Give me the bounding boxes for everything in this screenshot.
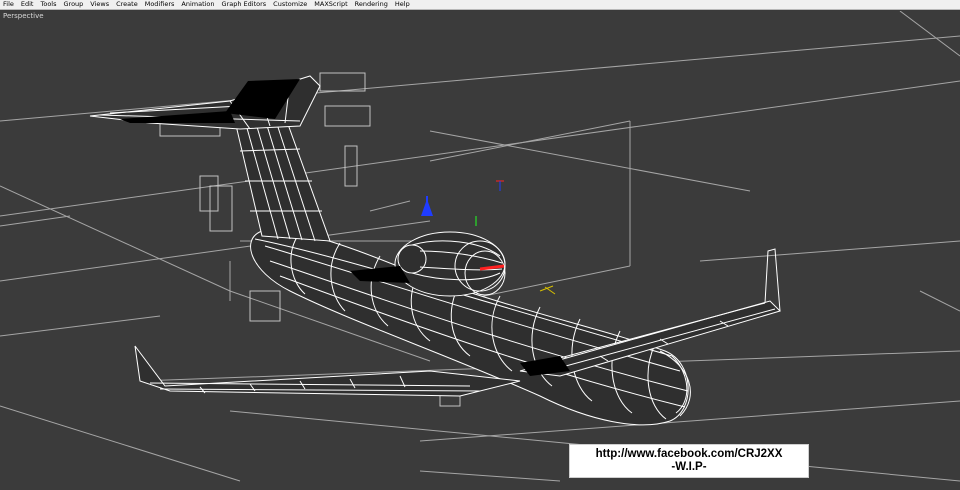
aircraft-wireframe xyxy=(89,75,781,426)
menu-edit[interactable]: Edit xyxy=(21,0,34,9)
menu-views[interactable]: Views xyxy=(90,0,109,9)
menu-bar: File Edit Tools Group Views Create Modif… xyxy=(0,0,960,10)
menu-animation[interactable]: Animation xyxy=(181,0,214,9)
menu-help[interactable]: Help xyxy=(395,0,410,9)
caption-status: -W.I.P- xyxy=(671,461,707,473)
perspective-viewport[interactable]: Perspective http://www.facebook.com/CRJ2… xyxy=(0,11,960,490)
menu-rendering[interactable]: Rendering xyxy=(355,0,388,9)
menu-tools[interactable]: Tools xyxy=(40,0,56,9)
menu-modifiers[interactable]: Modifiers xyxy=(145,0,175,9)
menu-customize[interactable]: Customize xyxy=(273,0,307,9)
menu-create[interactable]: Create xyxy=(116,0,138,9)
caption-url: http://www.facebook.com/CRJ2XX xyxy=(595,448,783,460)
menu-maxscript[interactable]: MAXScript xyxy=(314,0,347,9)
viewport-label[interactable]: Perspective xyxy=(3,12,44,20)
menu-graph-editors[interactable]: Graph Editors xyxy=(222,0,267,9)
caption-box: http://www.facebook.com/CRJ2XX -W.I.P- xyxy=(569,444,809,478)
scene-canvas[interactable] xyxy=(0,11,960,490)
menu-group[interactable]: Group xyxy=(64,0,84,9)
menu-file[interactable]: File xyxy=(3,0,14,9)
